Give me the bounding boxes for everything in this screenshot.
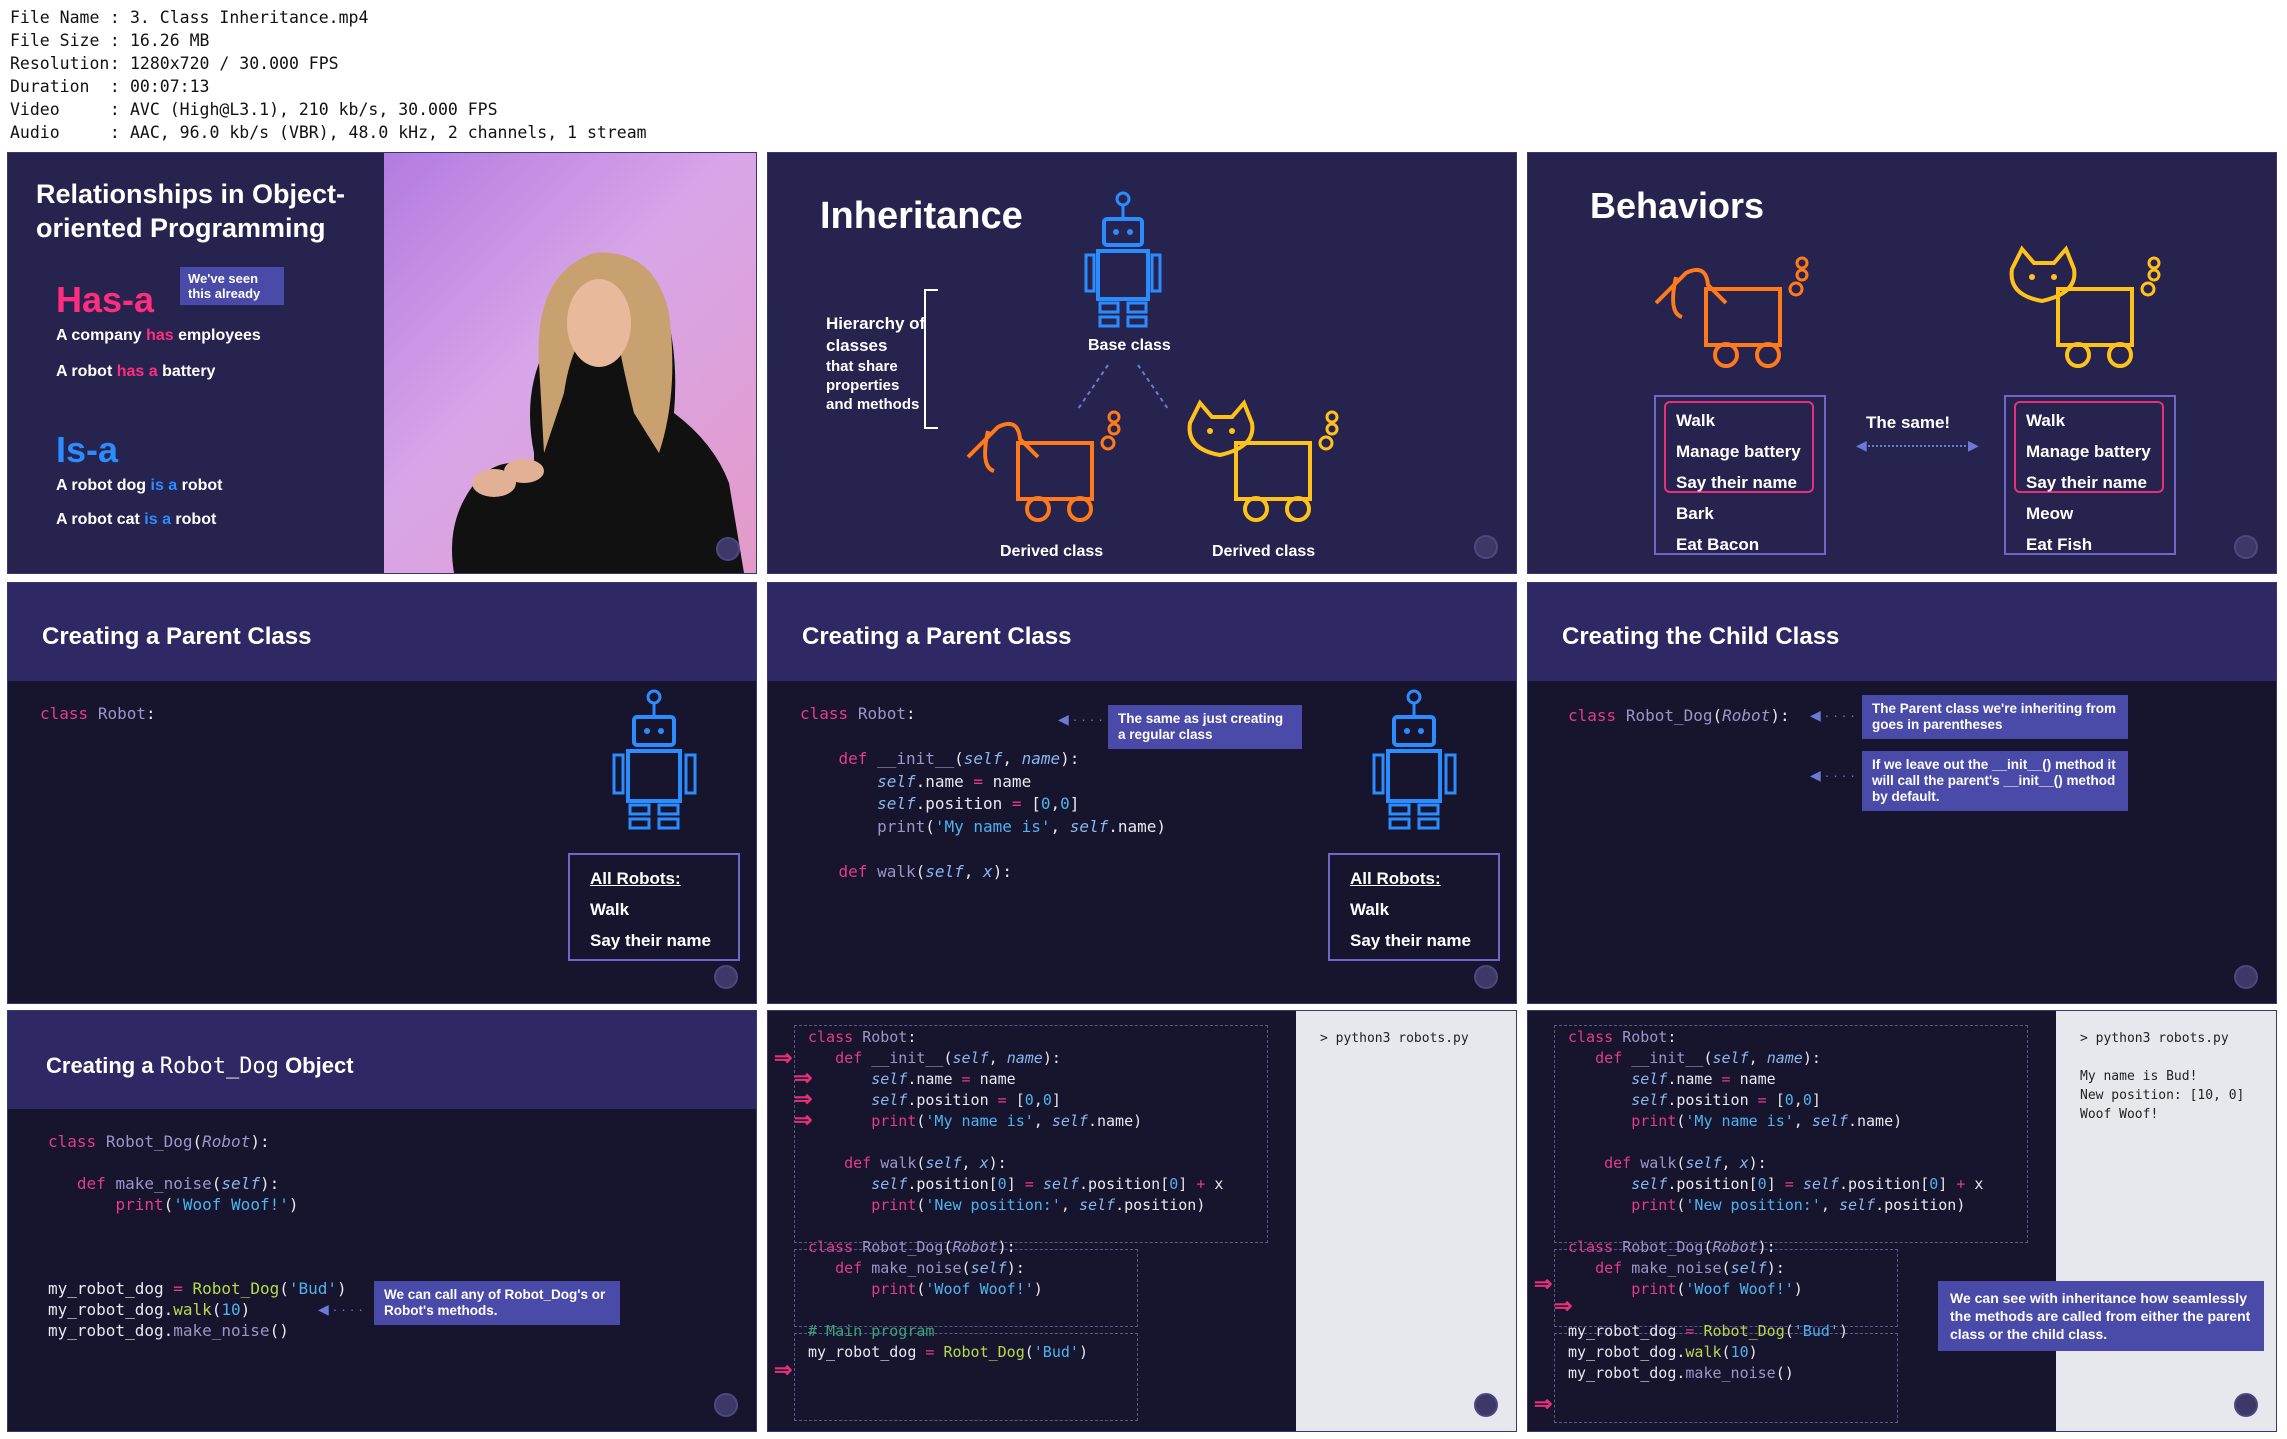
watermark-icon xyxy=(716,537,740,561)
presenter-silhouette xyxy=(452,252,744,573)
terminal-output: My name is Bud! New position: [10, 0] Woof… xyxy=(2080,1067,2244,1124)
metadata-row: Video : AVC (High@L3.1), 210 kb/s, 30.000… xyxy=(10,100,498,119)
watermark-icon xyxy=(1474,965,1498,989)
thumb-parent-class-2[interactable]: Creating a Parent Class class Robot: def… xyxy=(767,582,1517,1004)
terminal-panel: > python3 robots.py xyxy=(1296,1011,1516,1431)
derived-class-label: Derived class xyxy=(1000,543,1104,560)
base-class-label: Base class xyxy=(1088,337,1171,354)
dog-behavior-list: Walk Manage battery Say their name Bark Eat … xyxy=(1654,395,1826,555)
metadata-row: Duration :00:07:13 xyxy=(10,77,210,96)
behavior-item: Say their name xyxy=(2026,473,2147,492)
callout: We can see with inheritance how seamless… xyxy=(1938,1281,2264,1351)
behavior-item: Walk xyxy=(1676,411,1716,430)
robot-behavior-list: All Robots: Walk Say their name xyxy=(1328,853,1500,961)
presenter-video xyxy=(384,153,756,573)
same-arrow xyxy=(1864,445,1970,447)
slide-title: Relationships in Object-oriented Program… xyxy=(36,179,346,243)
robot-behavior-list: All Robots: Walk Say their name xyxy=(568,853,740,961)
behavior-item: Eat Fish xyxy=(2026,535,2093,554)
code-block: class Robot_Dog(Robot): xyxy=(1568,706,1790,725)
terminal-panel: > python3 robots.py My name is Bud! New p… xyxy=(2056,1011,2276,1431)
dog-robot-icon xyxy=(966,410,1121,522)
seen-badge: We've seen this already xyxy=(180,267,284,305)
cat-robot-icon xyxy=(1187,399,1339,522)
code-block: class Robot: def __init__(self, name): s… xyxy=(808,1028,1224,1361)
thumb-child-class[interactable]: Creating the Child Class class Robot_Dog… xyxy=(1527,582,2277,1004)
has-a-line-1: A company has employees xyxy=(56,327,261,344)
metadata-row: File Name :3. Class Inheritance.mp4 xyxy=(10,8,369,27)
behavior-item: Meow xyxy=(2026,504,2074,523)
slide-title: Creating a Robot_Dog Object xyxy=(46,1053,354,1079)
behavior-items: Walk Manage battery Say their name Bark Eat … xyxy=(1676,405,1801,560)
thumb-relationships[interactable]: Relationships in Object-oriented Program… xyxy=(7,152,757,574)
watermark-icon xyxy=(1474,535,1498,559)
behavior-item: Manage battery xyxy=(2026,442,2151,461)
behavior-item: Manage battery xyxy=(1676,442,1801,461)
cat-behavior-list: Walk Manage battery Say their name Meow Eat … xyxy=(2004,395,2176,555)
slide-title: Creating the Child Class xyxy=(1562,623,1840,650)
thumb-robot-dog-object[interactable]: Creating a Robot_Dog Object class Robot_… xyxy=(7,1010,757,1432)
derived-class-label: Derived class xyxy=(1212,543,1316,560)
arrow-icon: ⇒ xyxy=(1534,1271,1553,1296)
thumb-parent-class-1[interactable]: Creating a Parent Class class Robot: All… xyxy=(7,582,757,1004)
bracket xyxy=(924,289,938,429)
behavior-item: Say their name xyxy=(1676,473,1797,492)
file-metadata: File Name :3. Class Inheritance.mp4 File … xyxy=(10,6,647,144)
arrow-icon: ⇒ xyxy=(1534,1391,1553,1416)
code-block: class Robot: xyxy=(40,704,156,723)
slide-title: Creating a Parent Class xyxy=(42,623,312,650)
is-a-line-2: A robot cat is a robot xyxy=(56,511,217,528)
arrow-icon: ⇒ xyxy=(774,1357,793,1382)
thumb-run-output[interactable]: class Robot: def __init__(self, name): s… xyxy=(1527,1010,2277,1432)
watermark-icon xyxy=(714,1393,738,1417)
terminal-command: > python3 robots.py xyxy=(2080,1031,2229,1046)
watermark-icon xyxy=(714,965,738,989)
behavior-item: Bark xyxy=(1676,504,1714,523)
is-a-line-1: A robot dog is a robot xyxy=(56,477,223,494)
arrow-icon: ⇒ xyxy=(794,1107,813,1132)
has-a-heading: Has-a xyxy=(56,279,155,320)
callout-parentheses: The Parent class we're inheriting from g… xyxy=(1862,695,2128,739)
thumb-inheritance[interactable]: Inheritance Hierarchy of classes that sh… xyxy=(767,152,1517,574)
cat-robot-icon xyxy=(2009,245,2161,368)
code-block: class Robot_Dog(Robot): def make_noise(s… xyxy=(48,1132,347,1340)
is-a-heading: Is-a xyxy=(56,429,119,470)
behavior-items: Walk Manage battery Say their name Meow Eat … xyxy=(2026,405,2151,560)
thumb-run-code[interactable]: class Robot: def __init__(self, name): s… xyxy=(767,1010,1517,1432)
slide-title: Creating a Parent Class xyxy=(802,623,1072,650)
robot-icon xyxy=(612,689,697,830)
watermark-icon xyxy=(2234,1393,2258,1417)
callout: We can call any of Robot_Dog's or Robot'… xyxy=(374,1281,620,1325)
dog-robot-icon xyxy=(1654,256,1809,368)
slide-title: Inheritance xyxy=(820,195,1023,237)
watermark-icon xyxy=(2234,535,2258,559)
metadata-row: Audio : AAC, 96.0 kb/s (VBR), 48.0 kHz, 2… xyxy=(10,123,647,142)
code-block: class Robot: def __init__(self, name): s… xyxy=(1568,1028,1984,1382)
metadata-row: File Size :16.26 MB xyxy=(10,31,210,50)
terminal-line: New position: [10, 0] xyxy=(2080,1088,2245,1103)
thumb-behaviors[interactable]: Behaviors Walk Manage battery Say their na… xyxy=(1527,152,2277,574)
hierarchy-label: Hierarchy of classes that share properti… xyxy=(826,314,926,413)
slide-title: Behaviors xyxy=(1590,185,1765,226)
terminal-command: > python3 robots.py xyxy=(1320,1031,1469,1046)
terminal-line: Woof Woof! xyxy=(2080,1107,2159,1122)
watermark-icon xyxy=(2234,965,2258,989)
robot-icon xyxy=(1372,689,1457,830)
behavior-item: Eat Bacon xyxy=(1676,535,1760,554)
watermark-icon xyxy=(1474,1393,1498,1417)
robot-icon xyxy=(1084,191,1162,328)
arrow-icon: ⇒ xyxy=(774,1045,793,1070)
callout-init: If we leave out the __init__() method it… xyxy=(1862,751,2128,811)
arrow-icon: ⇒ xyxy=(1554,1293,1573,1318)
has-a-line-2: A robot has a battery xyxy=(56,363,216,380)
metadata-row: Resolution :1280x720 / 30.000 FPS xyxy=(10,54,339,73)
callout: The same as just creating a regular clas… xyxy=(1108,705,1302,749)
terminal-line: My name is Bud! xyxy=(2080,1069,2198,1084)
same-label: The same! xyxy=(1866,413,1951,432)
behavior-item: Walk xyxy=(2026,411,2066,430)
